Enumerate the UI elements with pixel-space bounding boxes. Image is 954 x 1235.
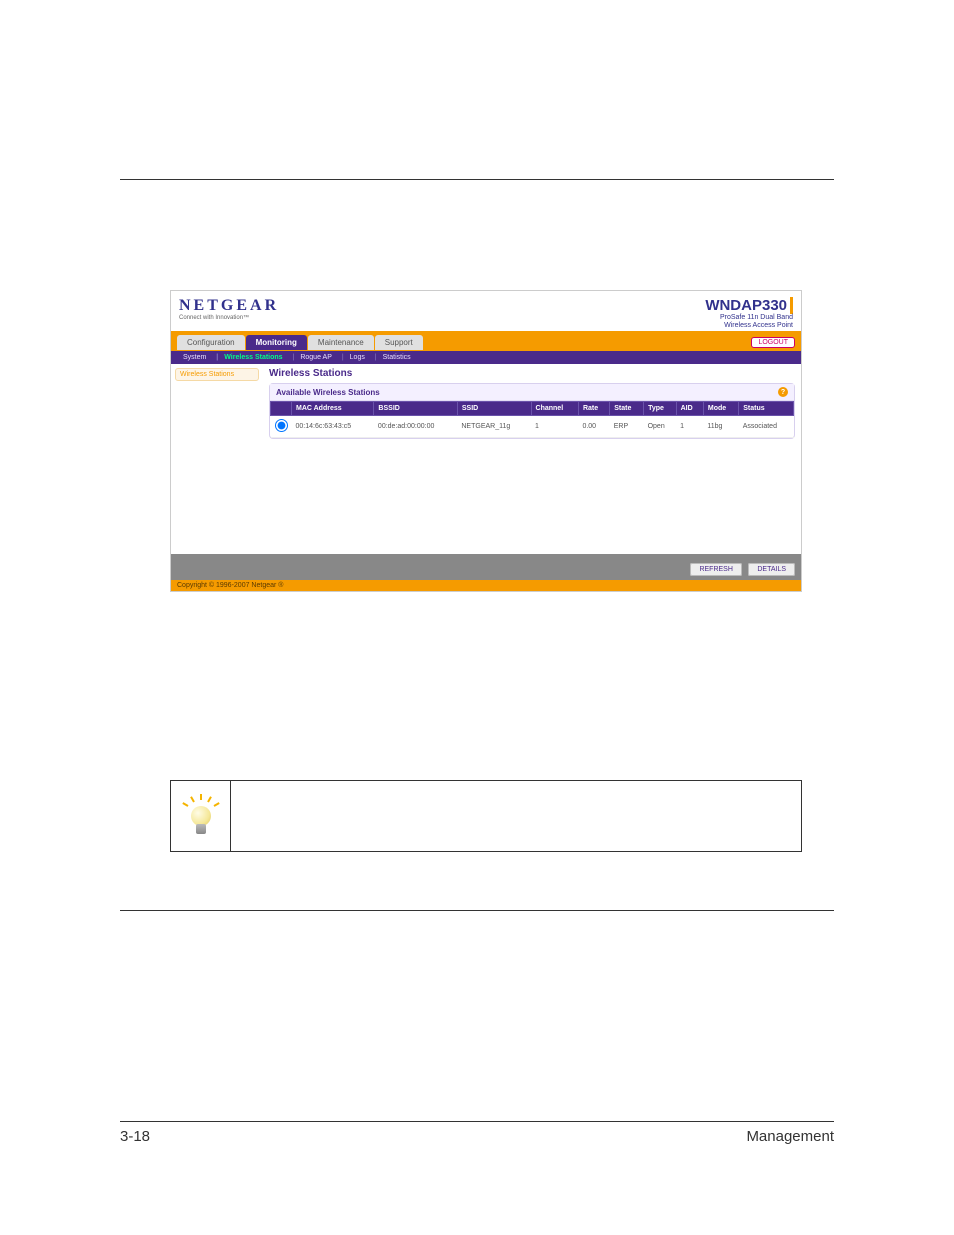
product-model: WNDAP330 <box>705 297 793 314</box>
cell-status: Associated <box>739 416 794 438</box>
tip-text <box>231 781 801 851</box>
row-radio-input[interactable] <box>275 419 288 432</box>
col-aid: AID <box>676 402 703 416</box>
sub-nav: System Wireless Stations Rogue AP Logs S… <box>171 351 801 364</box>
col-type: Type <box>644 402 677 416</box>
product-desc-1: ProSafe 11n Dual Band <box>705 314 793 322</box>
subnav-wireless-stations[interactable]: Wireless Stations <box>212 354 286 361</box>
details-button[interactable]: DETAILS <box>748 563 795 576</box>
router-admin-window: NETGEAR Connect with Innovation™ WNDAP33… <box>170 290 802 592</box>
col-status: Status <box>739 402 794 416</box>
panel-title: Available Wireless Stations <box>276 388 380 397</box>
tab-configuration[interactable]: Configuration <box>177 335 245 350</box>
cell-channel: 1 <box>531 416 578 438</box>
main-tabs: Configuration Monitoring Maintenance Sup… <box>171 331 801 351</box>
tab-maintenance[interactable]: Maintenance <box>308 335 374 350</box>
brand-bar: NETGEAR Connect with Innovation™ WNDAP33… <box>171 291 801 331</box>
col-bssid: BSSID <box>374 402 457 416</box>
page-rule <box>120 910 834 911</box>
left-sidebar: Wireless Stations <box>171 364 263 554</box>
section-name: Management <box>746 1128 834 1145</box>
col-mode: Mode <box>703 402 738 416</box>
sidebar-item-wireless-stations[interactable]: Wireless Stations <box>175 368 259 381</box>
page-header-rule <box>120 170 834 180</box>
main-panel: Wireless Stations Available Wireless Sta… <box>263 364 801 554</box>
tab-support[interactable]: Support <box>375 335 423 350</box>
brand-tagline: Connect with Innovation™ <box>179 315 279 321</box>
cell-ssid: NETGEAR_11g <box>457 416 531 438</box>
refresh-button[interactable]: REFRESH <box>690 563 741 576</box>
help-icon[interactable]: ? <box>778 387 788 397</box>
col-mac: MAC Address <box>292 402 374 416</box>
cell-type: Open <box>644 416 677 438</box>
col-rate: Rate <box>578 402 609 416</box>
subnav-system[interactable]: System <box>179 354 210 361</box>
cell-aid: 1 <box>676 416 703 438</box>
section-title: Wireless Stations <box>269 368 795 379</box>
action-bar: REFRESH DETAILS <box>171 554 801 580</box>
page-footer: 3-18 Management <box>120 1121 834 1145</box>
cell-bssid: 00:de:ad:00:00:00 <box>374 416 457 438</box>
subnav-rogue-ap[interactable]: Rogue AP <box>289 354 336 361</box>
product-info: WNDAP330 ProSafe 11n Dual Band Wireless … <box>705 297 793 329</box>
subnav-statistics[interactable]: Statistics <box>371 354 415 361</box>
cell-mac: 00:14:6c:63:43:c5 <box>292 416 374 438</box>
brand-left: NETGEAR Connect with Innovation™ <box>179 297 279 321</box>
tip-icon-cell <box>171 781 231 851</box>
cell-mode: 11bg <box>703 416 738 438</box>
copyright-strip: Copyright © 1996-2007 Netgear ® <box>171 580 801 591</box>
col-state: State <box>610 402 644 416</box>
tab-monitoring[interactable]: Monitoring <box>246 335 307 350</box>
logout-button[interactable]: LOGOUT <box>751 337 795 348</box>
cell-rate: 0.00 <box>578 416 609 438</box>
col-radio <box>271 402 292 416</box>
content-area: Wireless Stations Wireless Stations Avai… <box>171 364 801 554</box>
stations-panel: Available Wireless Stations ? MAC Addres… <box>269 383 795 439</box>
tip-box <box>170 780 802 852</box>
cell-state: ERP <box>610 416 644 438</box>
page-number: 3-18 <box>120 1128 150 1145</box>
lightbulb-icon <box>184 796 218 836</box>
panel-header: Available Wireless Stations ? <box>270 384 794 401</box>
row-radio[interactable] <box>271 416 292 438</box>
brand-logo: NETGEAR <box>179 297 279 315</box>
col-channel: Channel <box>531 402 578 416</box>
col-ssid: SSID <box>457 402 531 416</box>
subnav-logs[interactable]: Logs <box>338 354 369 361</box>
table-row: 00:14:6c:63:43:c5 00:de:ad:00:00:00 NETG… <box>271 416 794 438</box>
product-desc-2: Wireless Access Point <box>705 322 793 330</box>
stations-table: MAC Address BSSID SSID Channel Rate Stat… <box>270 401 794 438</box>
table-header-row: MAC Address BSSID SSID Channel Rate Stat… <box>271 402 794 416</box>
